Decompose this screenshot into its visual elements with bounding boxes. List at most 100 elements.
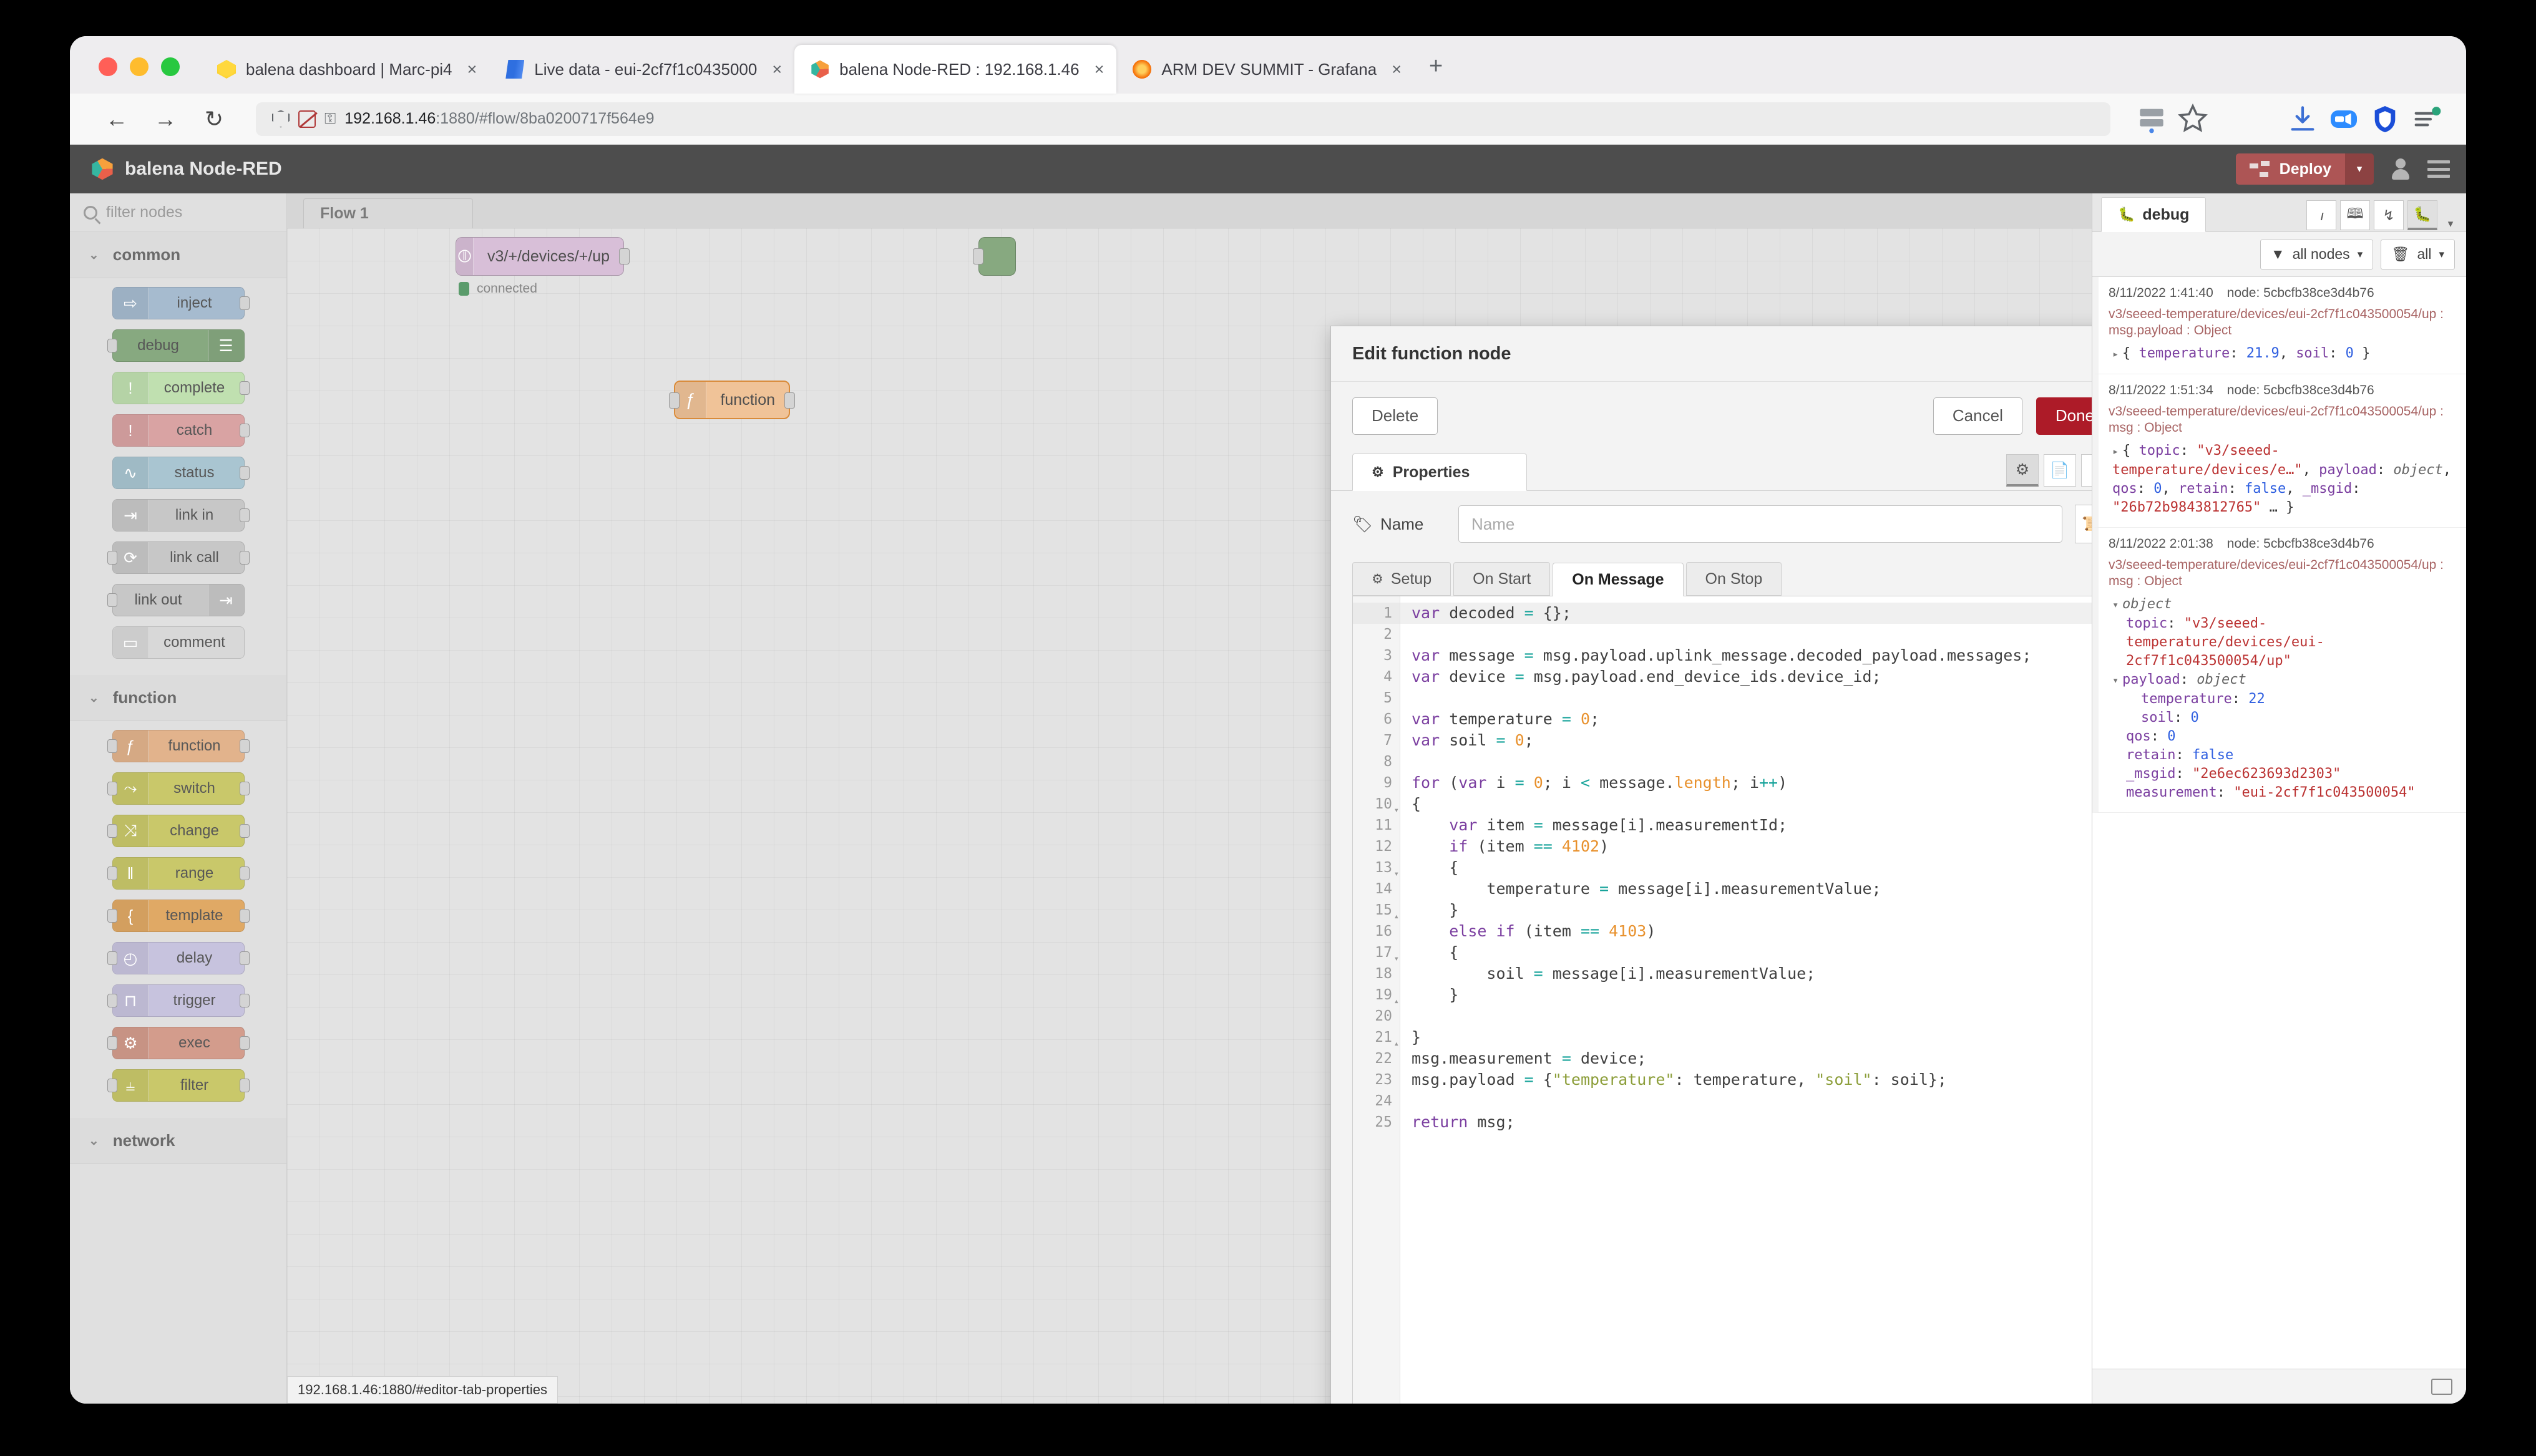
browser-tab-2[interactable]: balena Node-RED : 192.168.1.46 × (794, 45, 1117, 94)
code-line-6: var temperature = 0; (1412, 710, 1600, 728)
palette-node-list: ƒ function ⤳ switch ⤨ change ‖ range {template ◴ d… (70, 721, 286, 1118)
code-tab-on-start[interactable]: On Start (1453, 562, 1551, 596)
help-book-icon[interactable]: 🕮 (2340, 200, 2370, 230)
flow-node-mqtt-in[interactable]: ⦷ v3/+/devices/+/up connected (456, 237, 630, 296)
flow-node-function[interactable]: ƒ function (669, 381, 795, 419)
node-input-port[interactable] (973, 248, 983, 265)
sidebar-tab-debug[interactable]: 🐛 debug (2101, 197, 2207, 232)
palette-node-function[interactable]: ƒ function (107, 730, 250, 762)
template-icon: { (112, 900, 149, 931)
debug-message-body[interactable]: ▸{ topic: "v3/seeed-temperature/devices/… (2109, 442, 2456, 517)
palette-node-link-call[interactable]: ⟳ link call (107, 541, 250, 574)
info-icon[interactable]: 𝚤 (2306, 200, 2336, 230)
debug-message[interactable]: 8/11/2022 1:41:40 node: 5cbcfb38ce3d4b76 v… (2092, 277, 2466, 374)
hamburger-menu-icon[interactable] (2427, 160, 2450, 178)
debug-message-body[interactable]: ▾ object topic: "v3/seeed-temperature/devi… (2109, 595, 2456, 802)
browser-tab-3[interactable]: ARM DEV SUMMIT - Grafana × (1116, 45, 1414, 94)
node-input-port (107, 824, 117, 838)
debug-bug-icon[interactable]: 🐛 (2407, 200, 2437, 230)
palette-category-common[interactable]: ⌄ common (70, 232, 286, 278)
config-nodes-icon[interactable]: ↯ (2374, 200, 2404, 230)
close-window-button[interactable] (99, 57, 117, 76)
palette-node-link-out[interactable]: ⇥ link out (107, 584, 245, 616)
download-icon[interactable] (2285, 102, 2320, 137)
close-tab-button[interactable]: × (462, 60, 477, 79)
palette-node-complete[interactable]: ! complete (112, 372, 250, 404)
clear-messages-button[interactable]: 🗑 all ▾ (2381, 239, 2455, 269)
palette-node-trigger[interactable]: ⊓ trigger (107, 984, 250, 1017)
palette-node-label: comment (163, 634, 225, 651)
debug-message[interactable]: 8/11/2022 1:51:34 node: 5cbcfb38ce3d4b76 v… (2092, 374, 2466, 528)
palette-node-label: inject (177, 294, 212, 311)
close-tab-button[interactable]: × (1387, 60, 1402, 79)
code-tab-label: On Message (1572, 570, 1664, 588)
extensions-menu-icon[interactable] (2409, 102, 2444, 137)
code-tab-on-stop[interactable]: On Stop (1685, 562, 1782, 596)
deploy-button[interactable]: Deploy (2235, 153, 2345, 185)
browser-tab-0[interactable]: balena dashboard | Marc-pi4 × (201, 45, 489, 94)
editor-code-area[interactable]: var decoded = {}; var message = msg.payl… (1400, 596, 2113, 1404)
debug-node-id[interactable]: node: 5cbcfb38ce3d4b76 (2227, 536, 2374, 551)
close-tab-button[interactable]: × (1090, 60, 1105, 79)
close-tab-button[interactable]: × (767, 60, 782, 79)
node-output-port[interactable] (619, 248, 630, 265)
palette-node-exec[interactable]: ⚙ exec (107, 1027, 250, 1059)
server-icon[interactable] (2134, 102, 2169, 137)
palette-node-comment[interactable]: ▭ comment (112, 626, 245, 659)
palette-node-catch[interactable]: ! catch (112, 414, 250, 447)
flow-node-debug-partial[interactable] (973, 237, 1016, 276)
debug-message-body[interactable]: ▸{ temperature: 21.9, soil: 0 } (2109, 344, 2456, 364)
code-tab-on-message[interactable]: On Message (1553, 563, 1684, 596)
description-icon[interactable]: 📄 (2044, 454, 2076, 487)
palette-node-switch[interactable]: ⤳ switch (107, 772, 250, 805)
minimize-window-button[interactable] (130, 57, 149, 76)
palette-node-debug[interactable]: ☰ debug (107, 329, 245, 362)
address-bar[interactable]: ⚿ 192.168.1.46:1880/#flow/8ba0200717f564… (256, 102, 2110, 136)
new-tab-button[interactable]: + (1414, 53, 1460, 94)
zoom-meeting-icon[interactable] (2326, 102, 2361, 137)
filter-nodes-button[interactable]: ▼ all nodes ▾ (2260, 239, 2374, 269)
code-editor[interactable]: 1 2 3 4 5 6 7 8 9 10 ▾ 11 12 13 ▾ 14 15 ▴ 16 17 ▾ 18 19 ▴ 20 21 ▴ 2… (1352, 596, 2114, 1404)
reload-button[interactable]: ↻ (190, 106, 238, 132)
debug-message[interactable]: 8/11/2022 2:01:38 node: 5cbcfb38ce3d4b76 v… (2092, 528, 2466, 813)
gear-icon: ⚙ (1372, 464, 1384, 480)
chevron-down-icon[interactable]: ▾ (2441, 218, 2460, 230)
node-output-port[interactable] (784, 392, 795, 409)
shield-adblock-icon[interactable] (2368, 102, 2402, 137)
palette-node-template[interactable]: {template (107, 900, 250, 932)
back-button[interactable]: ← (92, 106, 141, 132)
palette-category-network[interactable]: ⌄ network (70, 1118, 286, 1164)
palette-search[interactable]: filter nodes (70, 193, 286, 232)
debug-node-id[interactable]: node: 5cbcfb38ce3d4b76 (2227, 286, 2374, 300)
change-icon: ⤨ (112, 815, 149, 847)
gear-icon[interactable]: ⚙ (2006, 454, 2039, 487)
palette-category-function[interactable]: ⌄ function (70, 675, 286, 721)
delete-button[interactable]: Delete (1352, 397, 1438, 435)
bookmark-star-icon[interactable] (2175, 102, 2210, 137)
palette-node-delay[interactable]: ◴ delay (107, 942, 250, 974)
flow-tab-flow-1[interactable]: Flow 1 (303, 198, 473, 228)
palette-node-change[interactable]: ⤨ change (107, 815, 250, 847)
name-input[interactable] (1458, 505, 2062, 543)
code-tab-setup[interactable]: ⚙ Setup (1352, 562, 1451, 596)
gutter-line-2: 2 (1383, 626, 1392, 643)
tab-properties[interactable]: ⚙ Properties (1352, 454, 1527, 491)
gutter-line-17: 17 ▾ (1353, 942, 1400, 964)
forward-button[interactable]: → (141, 106, 190, 132)
filter-icon: ▼ (2270, 246, 2285, 262)
maximize-window-button[interactable] (161, 57, 180, 76)
palette-node-range[interactable]: ‖ range (107, 857, 250, 890)
monitor-icon[interactable] (2431, 1378, 2452, 1395)
debug-message-list[interactable]: 8/11/2022 1:41:40 node: 5cbcfb38ce3d4b76 v… (2092, 277, 2466, 1369)
debug-node-id[interactable]: node: 5cbcfb38ce3d4b76 (2227, 383, 2374, 397)
cancel-button[interactable]: Cancel (1933, 397, 2022, 435)
palette-node-filter[interactable]: ⫨ filter (107, 1069, 250, 1102)
node-input-port[interactable] (669, 392, 680, 409)
palette-node-inject[interactable]: ⇨ inject (112, 287, 250, 319)
user-icon[interactable] (2390, 158, 2411, 180)
browser-tab-1[interactable]: Live data - eui-2cf7f1c0435000 × (489, 45, 794, 94)
palette-node-list: ⇨ inject ☰ debug ! complete ! catch ∿ status ⇥ link… (70, 278, 286, 675)
palette-node-link-in[interactable]: ⇥ link in (112, 499, 250, 531)
deploy-dropdown-button[interactable]: ▾ (2345, 153, 2374, 185)
palette-node-status[interactable]: ∿ status (112, 457, 250, 489)
